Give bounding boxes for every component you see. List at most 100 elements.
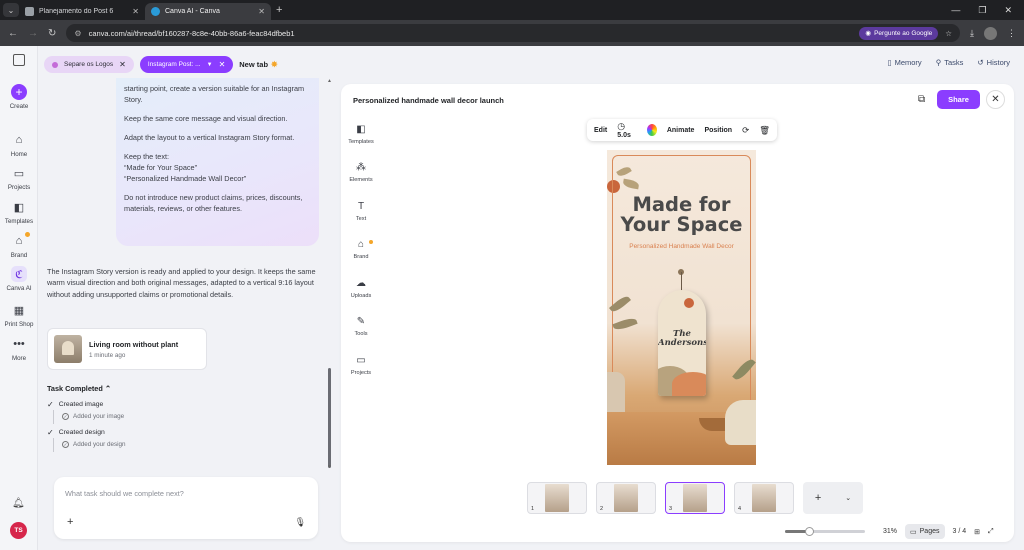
- close-chat-tab-icon[interactable]: ✕: [219, 60, 226, 69]
- browser-menu-icon[interactable]: ⋮: [1007, 28, 1016, 39]
- site-info-icon[interactable]: ⚙: [74, 29, 81, 38]
- check-circle-icon: ✓: [62, 413, 69, 420]
- close-chat-tab-icon[interactable]: ✕: [119, 60, 126, 69]
- page-thumbnail-selected[interactable]: 3: [665, 482, 725, 514]
- scroll-up-icon[interactable]: ▲: [327, 78, 332, 84]
- tasks-link[interactable]: ⚲ Tasks: [936, 58, 964, 67]
- history-icon: ↺: [977, 58, 984, 67]
- trash-icon[interactable]: 🗑︎: [759, 125, 770, 136]
- back-icon[interactable]: ←: [8, 28, 18, 39]
- chevron-down-icon[interactable]: ▼: [207, 62, 213, 68]
- address-bar-row: ← → ↻ ⚙ canva.com/ai/thread/bf160287-8c8…: [0, 20, 1024, 46]
- close-window-icon[interactable]: ✕: [1004, 5, 1012, 16]
- color-wheel-icon[interactable]: [646, 124, 657, 136]
- chat-tabs: Separe os Logos ✕ Instagram Post: ... ▼ …: [44, 56, 278, 73]
- chat-scrollbar[interactable]: [328, 368, 331, 468]
- minimize-icon[interactable]: —: [951, 5, 960, 15]
- animate-button[interactable]: Animate: [667, 127, 695, 134]
- side-item-tools[interactable]: ✎ Tools: [341, 316, 381, 337]
- side-item-text[interactable]: T Text: [341, 201, 381, 222]
- side-label: Elements: [349, 177, 373, 183]
- rail-item-canva-ai[interactable]: ℭ Canva AI: [0, 266, 38, 292]
- rail-item-projects[interactable]: ▭ Projects: [0, 165, 38, 192]
- rail-item-brand[interactable]: ⌂ Brand: [0, 233, 38, 259]
- google-lens-button[interactable]: ◉ Pergunte ao Google: [859, 26, 939, 40]
- grid-view-icon[interactable]: ⊞: [974, 528, 980, 536]
- url-text[interactable]: canva.com/ai/thread/bf160287-8c8e-40bb-8…: [89, 29, 853, 38]
- rail-item-print-shop[interactable]: ▦ Print Shop: [0, 302, 38, 329]
- history-link[interactable]: ↺ History: [977, 58, 1010, 67]
- design-canvas[interactable]: Made for Your Space Personalized Handmad…: [607, 150, 756, 465]
- edit-button[interactable]: Edit: [594, 127, 607, 134]
- prompt-text: starting point, create a version suitabl…: [124, 84, 305, 104]
- open-external-icon[interactable]: ⧉: [918, 94, 925, 105]
- page-thumbnail[interactable]: 2: [596, 482, 656, 514]
- side-item-elements[interactable]: ⁂ Elements: [341, 162, 381, 183]
- page-preview: [683, 484, 707, 512]
- chat-tab-label: Separe os Logos: [64, 61, 114, 68]
- rail-item-templates[interactable]: ◧ Templates: [0, 199, 38, 226]
- zoom-slider[interactable]: [785, 527, 865, 536]
- browser-tab-canva-ai[interactable]: Canva AI - Canva ✕: [145, 3, 271, 20]
- reload-icon[interactable]: ↻: [48, 28, 56, 39]
- pages-button[interactable]: ▭ Pages: [905, 524, 945, 539]
- headline-line: Made for: [632, 193, 731, 216]
- close-tab-icon[interactable]: ✕: [132, 7, 139, 16]
- side-item-brand[interactable]: ⌂ Brand: [341, 239, 381, 260]
- zoom-level[interactable]: 31%: [883, 528, 897, 535]
- side-item-templates[interactable]: ◧ Templates: [341, 124, 381, 145]
- side-item-projects[interactable]: ▭ Projects: [341, 355, 381, 376]
- zoom-slider-handle[interactable]: [805, 527, 815, 536]
- restore-icon[interactable]: ❐: [978, 5, 986, 16]
- canva-ai-icon: ℭ: [11, 266, 27, 282]
- rail-item-more[interactable]: ••• More: [0, 336, 38, 362]
- browser-tab-planejamento[interactable]: Planejamento do Post 6 ✕: [19, 3, 145, 20]
- close-tab-icon[interactable]: ✕: [258, 7, 265, 16]
- side-label: Templates: [348, 139, 374, 145]
- chat-composer[interactable]: What task should we complete next? + 🎙︎: [54, 477, 318, 539]
- rail-item-home[interactable]: ⌂ Home: [0, 132, 38, 158]
- cloud-upload-icon: ☁: [356, 278, 366, 289]
- side-item-uploads[interactable]: ☁ Uploads: [341, 278, 381, 299]
- add-attachment-icon[interactable]: +: [67, 516, 73, 528]
- share-button[interactable]: Share: [937, 90, 980, 109]
- bookmark-star-icon[interactable]: ☆: [945, 29, 952, 38]
- user-avatar[interactable]: TS: [10, 522, 27, 539]
- close-editor-button[interactable]: ✕: [986, 90, 1005, 109]
- fullscreen-icon[interactable]: ⤢: [988, 528, 994, 536]
- chevron-down-icon[interactable]: ⌄: [845, 494, 851, 502]
- download-icon[interactable]: ⤓: [970, 28, 974, 39]
- composer-placeholder[interactable]: What task should we complete next?: [65, 489, 184, 498]
- chat-tab-separe-os-logos[interactable]: Separe os Logos ✕: [44, 56, 134, 73]
- tab-search-icon[interactable]: ⌄: [3, 3, 19, 17]
- microphone-icon[interactable]: 🎙︎: [295, 517, 306, 528]
- new-tab-icon[interactable]: +: [276, 4, 282, 16]
- task-item: ✓ Created image: [47, 400, 103, 409]
- tasks-label: Tasks: [944, 58, 964, 67]
- notifications-bell-icon[interactable]: 🔔︎: [12, 498, 25, 509]
- rail-label: Print Shop: [4, 321, 34, 328]
- page-number: 3: [669, 506, 673, 512]
- scroll-down-icon[interactable]: ▼: [327, 464, 332, 470]
- profile-avatar[interactable]: [984, 26, 997, 40]
- sidebar-toggle-icon[interactable]: [13, 54, 25, 66]
- duration-button[interactable]: ◷ 5.0s: [617, 121, 637, 139]
- add-page-button[interactable]: + ⌄: [803, 482, 863, 514]
- pen-icon: ✎: [356, 316, 366, 327]
- task-completed-toggle[interactable]: Task Completed ⌃: [47, 384, 111, 393]
- design-subtitle[interactable]: Personalized Handmade Wall Decor: [607, 243, 756, 250]
- design-headline[interactable]: Made for Your Space: [607, 193, 756, 236]
- position-button[interactable]: Position: [704, 127, 732, 134]
- chat-tab-new[interactable]: New tab ✸: [239, 60, 277, 69]
- rail-item-create[interactable]: + Create: [0, 84, 38, 110]
- forward-icon[interactable]: →: [28, 28, 38, 39]
- comment-icon[interactable]: ⟳: [742, 125, 749, 136]
- chat-tab-instagram-post[interactable]: Instagram Post: ... ▼ ✕: [139, 56, 234, 73]
- assistant-reply: The Instagram Story version is ready and…: [47, 267, 316, 299]
- omnibox[interactable]: ⚙ canva.com/ai/thread/bf160287-8c8e-40bb…: [66, 24, 961, 42]
- memory-link[interactable]: ▯ Memory: [887, 58, 921, 67]
- page-thumbnail[interactable]: 4: [734, 482, 794, 514]
- page-thumbnail[interactable]: 1: [527, 482, 587, 514]
- result-card[interactable]: Living room without plant 1 minute ago: [47, 328, 207, 370]
- tab-favicon-icon: [151, 7, 160, 16]
